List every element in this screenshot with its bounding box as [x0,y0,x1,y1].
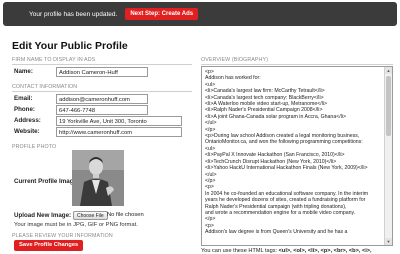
section-review: PLEASE REVIEW YOUR INFORMATION [12,233,113,239]
divider [201,64,393,65]
upload-image-label: Upload New Image: [14,212,72,219]
next-step-create-ads-button[interactable]: Next Step: Create Ads [125,8,199,20]
name-label: Name: [14,68,33,75]
notification-message: Your profile has been updated. [29,10,118,18]
biography-line: <li>Yahoo HackU International Hackathon … [205,165,368,172]
choose-file-button[interactable]: Choose File [73,211,108,220]
allowed-html-tags-list: <ul>, <ol>, <li>, <p>, <br>, <b>, <i>, [278,248,372,254]
address-input[interactable]: 19 Yorkville Ave, Unit 300, Toronto [56,116,182,126]
section-firm-name: FIRM NAME TO DISPLAY IN ADS [12,57,96,63]
address-label: Address: [14,117,41,124]
website-label: Website: [14,128,40,135]
scroll-down-icon[interactable]: ▼ [385,238,392,245]
section-profile-photo: PROFILE PHOTO [12,144,57,150]
email-label: Email: [14,95,33,102]
section-contact: CONTACT INFORMATION [12,84,78,90]
email-input[interactable]: addison@cameronhuff.com [56,94,148,104]
phone-input[interactable]: 647-466-7748 [56,105,148,115]
biography-line: years he developed dozens of sites, crea… [205,197,366,204]
notification-bar: Your profile has been updated. Next Step… [3,2,397,26]
biography-line: OntarioMonitor.ca, and won the following… [205,139,363,146]
no-file-text: No file chosen [107,212,144,218]
current-image-label: Current Profile Image: [14,178,79,185]
phone-label: Phone: [14,106,35,113]
name-input[interactable]: Addison Cameron-Huff [56,67,148,77]
allowed-html-tags: You can use these HTML tags: <ul>, <ol>,… [201,248,372,254]
biography-textarea[interactable]: <p> Addison has worked for: <ul> <li>Canada… [201,66,393,246]
allowed-html-tags-prefix: You can use these HTML tags: [201,248,279,254]
profile-photo [72,150,124,206]
profile-photo-image [72,150,124,206]
scrollbar-thumb[interactable] [386,76,391,136]
scroll-up-icon[interactable]: ▲ [385,67,392,74]
website-input[interactable]: http://www.cameronhuff.com [56,127,182,137]
divider [12,91,192,92]
section-biography: OVERVIEW (BIOGRAPHY) [201,57,268,63]
image-format-hint: Your image must be in JPG, GIF or PNG fo… [14,222,138,228]
page-title: Edit Your Public Profile [12,40,128,52]
divider [12,64,192,65]
biography-line: Addison's law degree is from Queen's Uni… [205,229,348,236]
save-profile-button[interactable]: Save Profile Changes [14,240,84,251]
biography-text: <p> Addison has worked for: <ul> <li>Canada… [205,69,383,236]
biography-scrollbar[interactable]: ▲ ▼ [384,67,392,245]
